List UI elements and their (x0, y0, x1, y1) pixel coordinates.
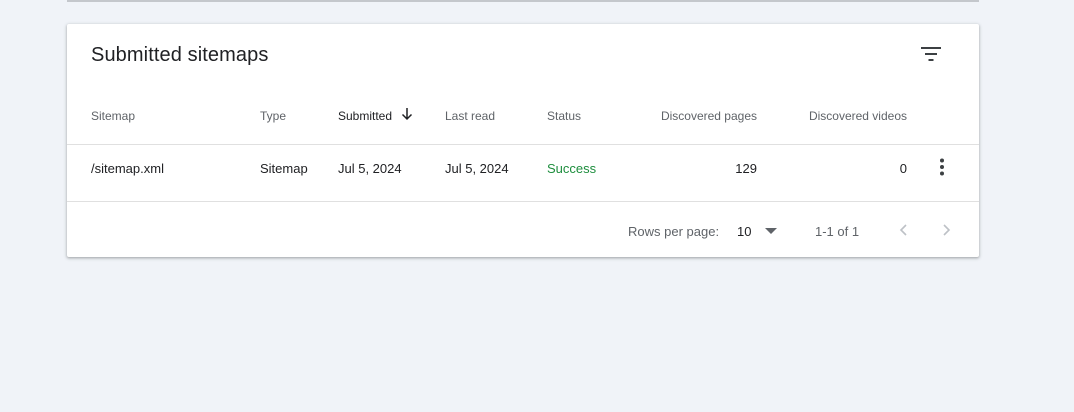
column-header-status[interactable]: Status (547, 109, 581, 123)
next-page-button[interactable] (934, 217, 960, 243)
cell-discovered-videos: 0 (899, 161, 907, 176)
column-header-last-read[interactable]: Last read (445, 109, 495, 123)
previous-page-button[interactable] (890, 217, 916, 243)
column-header-discovered-pages[interactable]: Discovered pages (627, 109, 757, 123)
cell-sitemap[interactable]: /sitemap.xml (91, 161, 164, 176)
header-divider (67, 144, 979, 145)
filter-icon (921, 47, 941, 61)
caret-down-icon (765, 228, 778, 234)
rows-per-page-value: 10 (737, 223, 752, 239)
submitted-sitemaps-card: Submitted sitemaps Sitemap Type Submitte… (67, 24, 979, 257)
column-header-type[interactable]: Type (260, 109, 286, 123)
rows-per-page-select[interactable]: 10 (737, 220, 783, 242)
cell-discovered-pages: 129 (735, 161, 757, 176)
cell-type: Sitemap (260, 161, 308, 176)
rows-per-page-label: Rows per page: (628, 224, 720, 239)
arrow-down-icon[interactable] (400, 107, 414, 121)
more-vert-icon (940, 158, 944, 176)
row-divider (67, 201, 979, 202)
chevron-right-icon (943, 224, 951, 236)
filter-button[interactable] (913, 36, 949, 72)
status-badge: Success (547, 161, 597, 176)
card-title: Submitted sitemaps (91, 44, 269, 66)
previous-card-edge (67, 0, 979, 2)
row-more-button[interactable] (927, 152, 957, 182)
chevron-left-icon (899, 224, 907, 236)
column-header-sitemap[interactable]: Sitemap (91, 109, 135, 123)
cell-last-read: Jul 5, 2024 (445, 161, 509, 176)
cell-submitted: Jul 5, 2024 (338, 161, 402, 176)
column-header-discovered-videos[interactable]: Discovered videos (777, 109, 907, 123)
column-header-submitted[interactable]: Submitted (338, 109, 392, 123)
pagination-range: 1-1 of 1 (815, 224, 860, 239)
